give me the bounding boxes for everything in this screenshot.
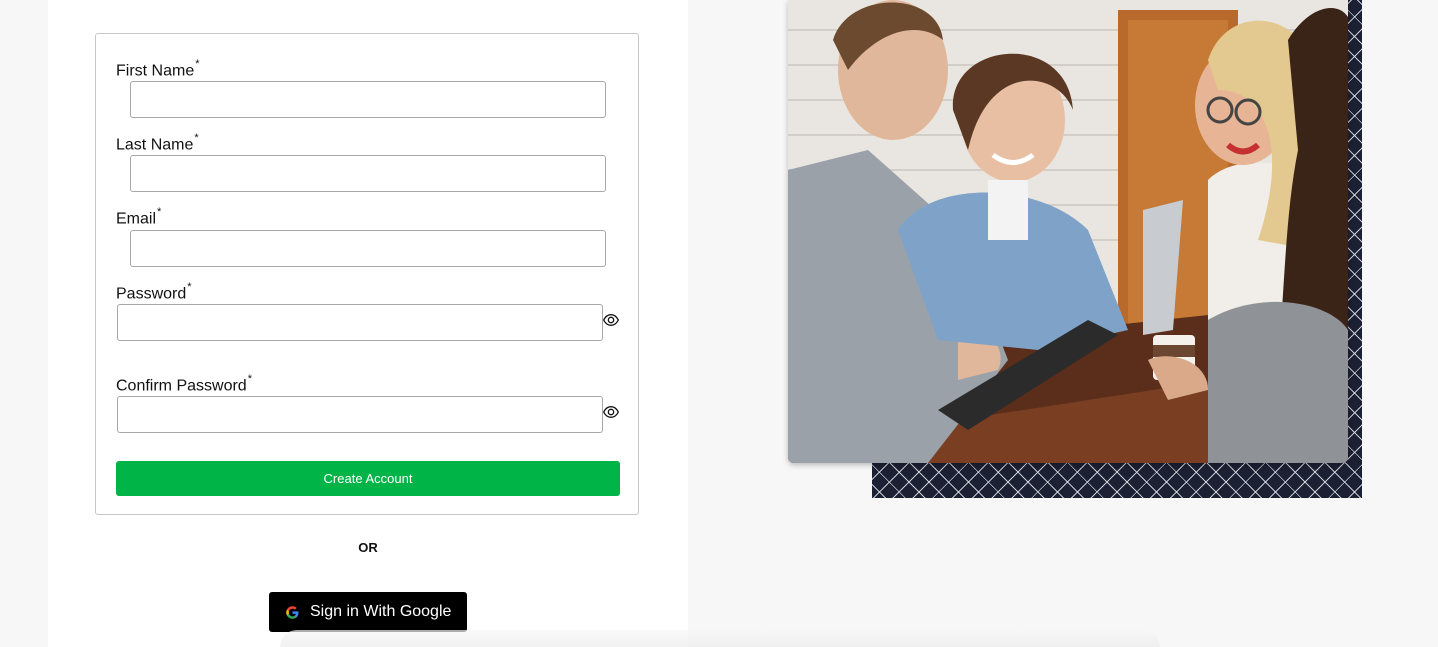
last-name-label: Last Name* [116, 132, 199, 154]
google-sign-in-button[interactable]: Sign in With Google [269, 592, 467, 632]
password-label: Password* [116, 281, 192, 303]
signup-form: First Name* Last Name* Email* Password* … [95, 33, 639, 515]
or-divider: OR [358, 540, 378, 555]
confirm-password-label: Confirm Password* [116, 373, 252, 395]
confirm-password-visibility-eye-icon[interactable] [603, 404, 619, 420]
bottom-shadow [280, 630, 1160, 647]
first-name-input[interactable] [130, 81, 606, 118]
signup-page: First Name* Last Name* Email* Password* … [0, 0, 1438, 647]
confirm-password-input[interactable] [117, 396, 603, 433]
create-account-button[interactable]: Create Account [116, 461, 620, 496]
password-input[interactable] [117, 304, 603, 341]
friends-photo-illustration [788, 0, 1348, 463]
email-label: Email* [116, 206, 162, 228]
last-name-input[interactable] [130, 155, 606, 192]
first-name-label: First Name* [116, 58, 200, 80]
password-visibility-eye-icon[interactable] [603, 312, 619, 328]
google-logo-icon [286, 605, 299, 619]
friends-photo [788, 0, 1348, 463]
email-input[interactable] [130, 230, 606, 267]
google-sign-in-label: Sign in With Google [310, 603, 452, 620]
